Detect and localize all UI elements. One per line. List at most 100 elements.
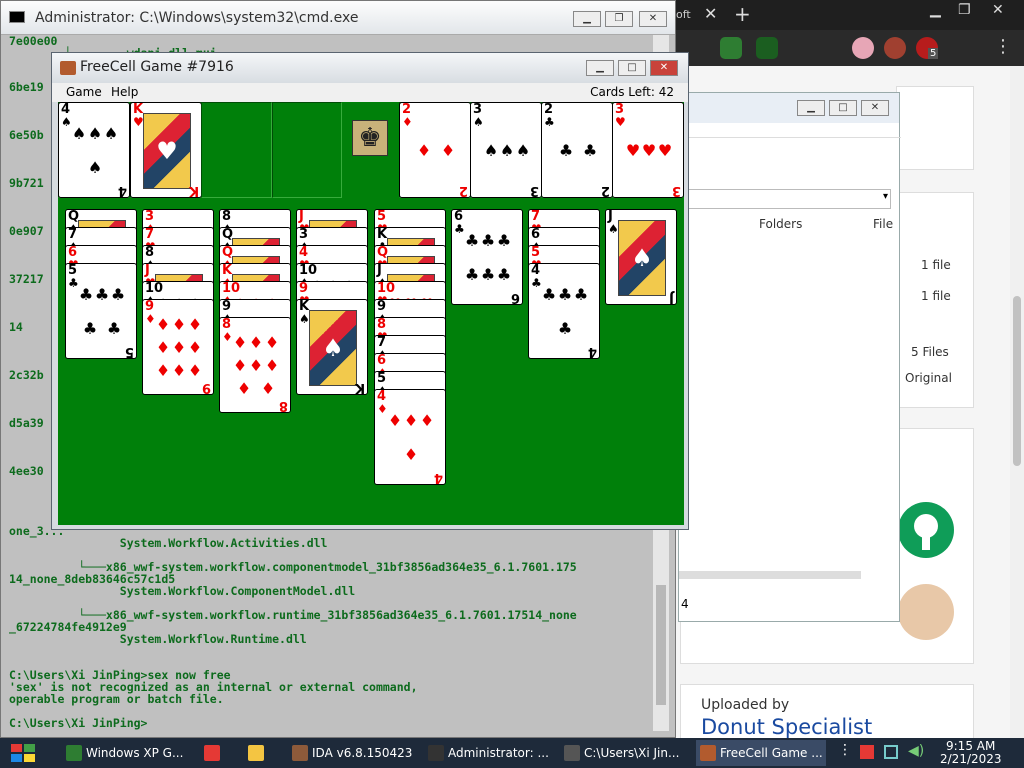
maximize-button[interactable]: □ — [829, 100, 857, 116]
playing-card[interactable]: J♠♠J — [605, 209, 677, 305]
card-rank-bottom: 4 — [433, 470, 443, 485]
card-pips: ♣ ♣ — [558, 141, 598, 160]
uploaded-by-label: Uploaded by — [701, 697, 790, 713]
playing-card[interactable]: 2 ♦ ♦ ♦ 2 — [399, 102, 471, 198]
explorer-titlebar: ▁ □ ✕ — [679, 93, 899, 123]
playing-card[interactable]: 4 ♣ ♣ ♣ ♣ ♣ 4 — [528, 263, 600, 359]
playing-card[interactable]: 6 ♣ ♣ ♣ ♣ ♣ ♣ ♣ 6 — [451, 209, 523, 305]
content-card — [896, 86, 974, 170]
shield-icon[interactable] — [756, 37, 778, 59]
freecell-window: FreeCell Game #7916 ▁ □ ✕ Game Help Card… — [51, 52, 689, 530]
close-button[interactable]: ✕ — [861, 100, 889, 116]
column-header-folders[interactable]: Folders — [759, 217, 802, 231]
browser-tab-strip: oft ✕ + ▁ ❐ ✕ — [676, 0, 1024, 30]
volume-icon[interactable]: ◀) — [908, 743, 924, 759]
taskbar-label: FreeCell Game ... — [720, 746, 823, 760]
close-button[interactable]: ✕ — [650, 60, 678, 76]
playing-card[interactable]: 8 ♦ ♦ ♦ ♦ ♦ ♦ ♦ ♦ ♦ 8 — [219, 317, 291, 413]
freecell-menubar: Game Help Cards Left: 42 — [52, 83, 688, 102]
close-window-icon[interactable]: ✕ — [992, 2, 1004, 18]
free-cell[interactable] — [272, 102, 342, 198]
clock-date[interactable]: 2/21/2023 — [940, 752, 1002, 766]
playing-card[interactable]: 3 ♥ ♥ ♥ ♥ 3 — [612, 102, 684, 198]
minimize-icon[interactable]: ▁ — [930, 2, 941, 18]
close-tab-icon[interactable]: ✕ — [704, 4, 717, 23]
card-rank-bottom: K — [354, 380, 365, 395]
overflow-icon[interactable]: ⋮ — [838, 742, 852, 758]
card-pips: ♣ ♣ ♣ ♣ ♣ ♣ — [464, 231, 512, 284]
maximize-button[interactable]: □ — [618, 60, 646, 76]
minimize-button[interactable]: ▁ — [573, 11, 601, 27]
free-cell[interactable] — [201, 102, 272, 198]
app-icon — [248, 745, 264, 761]
card-rank-bottom: 2 — [600, 183, 610, 198]
menu-icon[interactable]: ⋮ — [994, 36, 1012, 57]
playing-card[interactable]: 9 ♦ ♦ ♦ ♦ ♦ ♦ ♦ ♦ ♦ ♦ 9 — [142, 299, 214, 395]
taskbar-button[interactable]: IDA v6.8.150423 — [288, 740, 418, 766]
playing-card[interactable]: K ♥ ♥ K — [130, 102, 202, 198]
game-table[interactable]: 4♠♠♠♠♠4K♥♥K♚2♦♦♦23♠♠♠♠32♣♣♣23♥♥♥♥3Q♠♠Q7♠… — [58, 102, 684, 525]
upload-card: Uploaded by Donut Specialist — [680, 684, 974, 744]
playing-card[interactable]: 4 ♠ ♠ ♠ ♠ ♠ 4 — [58, 102, 130, 198]
column-header-file[interactable]: File — [873, 217, 893, 231]
card-rank-bottom: 4 — [587, 344, 597, 359]
summary-files: 5 Files — [911, 345, 949, 359]
flag-icon[interactable] — [852, 37, 874, 59]
card-rank-bottom: K — [188, 183, 199, 198]
explorer-row-2[interactable]: 1 file — [921, 289, 951, 303]
card-pips: ♠♠♠ — [483, 141, 531, 160]
app-icon — [292, 745, 308, 761]
menu-game[interactable]: Game — [66, 85, 102, 99]
minimize-button[interactable]: ▁ — [797, 100, 825, 116]
taskbar-button[interactable]: Windows XP G... — [62, 740, 194, 766]
horizontal-scrollbar[interactable] — [679, 571, 861, 579]
cmd-title: Administrator: C:\Windows\system32\cmd.e… — [35, 10, 359, 26]
app-icon — [66, 745, 82, 761]
card-pips: ♥ ♥ ♥ — [625, 141, 673, 160]
path-dropdown[interactable]: ▾ — [679, 189, 891, 209]
explorer-row-1[interactable]: 1 file — [921, 258, 951, 272]
explorer-window: ▁ □ ✕ ▾ Folders File 4 — [678, 92, 901, 622]
playing-card[interactable]: 4 ♦ ♦ ♦ ♦ ♦ 4 — [374, 389, 446, 485]
browser-scrollbar[interactable] — [1010, 66, 1024, 738]
card-pips: ♣ ♣ ♣ ♣ ♣ — [78, 285, 126, 338]
playing-card[interactable]: 2 ♣ ♣ ♣ 2 — [541, 102, 613, 198]
start-button[interactable] — [8, 741, 40, 765]
network-icon[interactable] — [884, 745, 898, 759]
taskbar-button[interactable] — [244, 740, 280, 766]
cmd-line: System.Workflow.Runtime.dll — [9, 632, 307, 646]
cmd-line: 0e907 — [9, 224, 44, 238]
extension-badge: 5 — [928, 48, 939, 59]
playing-card[interactable]: K ♠ ♠ K — [296, 299, 368, 395]
flag-tray-icon[interactable] — [860, 745, 874, 759]
cmd-line: 14 — [9, 320, 23, 334]
uploader-link[interactable]: Donut Specialist — [701, 715, 872, 739]
maximize-button[interactable]: ❐ — [605, 11, 633, 27]
menu-help[interactable]: Help — [111, 85, 138, 99]
close-button[interactable]: ✕ — [639, 11, 667, 27]
playing-card[interactable]: 5 ♣ ♣ ♣ ♣ ♣ ♣ 5 — [65, 263, 137, 359]
maximize-icon[interactable]: ❐ — [958, 2, 971, 18]
taskbar-label: Administrator: ... — [448, 746, 549, 760]
cmd-line: 9b721 — [9, 176, 44, 190]
cmd-line: System.Workflow.ComponentModel.dll — [9, 584, 356, 598]
taskbar-button[interactable]: Administrator: ... — [424, 740, 554, 766]
taskbar-button[interactable]: FreeCell Game ... — [696, 740, 826, 766]
card-rank-bottom: 2 — [458, 183, 468, 198]
card-rank-bottom: 5 — [124, 344, 134, 359]
playing-card[interactable]: 3♠♠♠♠3 — [470, 102, 542, 198]
new-tab-icon[interactable]: + — [734, 2, 751, 26]
clock-time[interactable]: 9:15 AM — [946, 739, 995, 753]
cards-left-status: Cards Left: 42 — [590, 85, 674, 99]
tab-title-fragment[interactable]: oft — [676, 8, 691, 21]
avatar-icon[interactable] — [884, 37, 906, 59]
taskbar-button[interactable]: C:\Users\Xi Jin... — [560, 740, 690, 766]
taskbar-label: IDA v6.8.150423 — [312, 746, 413, 760]
freecell-title: FreeCell Game #7916 — [80, 59, 234, 75]
taskbar-button[interactable] — [200, 740, 236, 766]
extension-icon-green[interactable] — [720, 37, 742, 59]
face-card-art: ♠ — [309, 310, 357, 386]
card-rank-bottom: 3 — [529, 183, 539, 198]
freecell-app-icon — [60, 61, 76, 75]
minimize-button[interactable]: ▁ — [586, 60, 614, 76]
